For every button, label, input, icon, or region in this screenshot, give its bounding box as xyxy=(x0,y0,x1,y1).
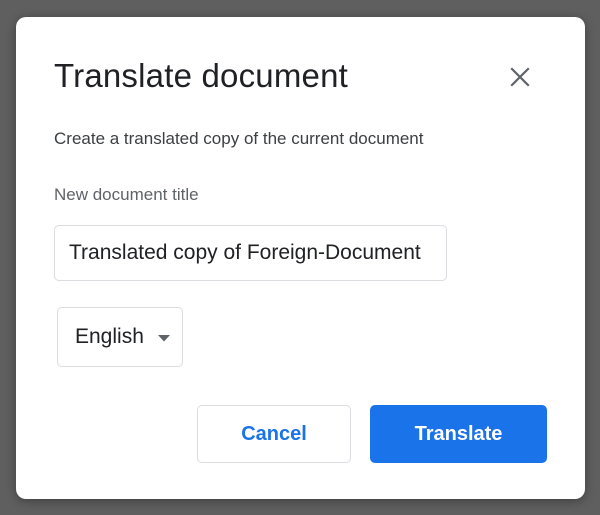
cancel-button[interactable]: Cancel xyxy=(197,405,351,463)
translate-document-dialog: Translate document Create a translated c… xyxy=(16,17,585,499)
dialog-title: Translate document xyxy=(54,57,349,94)
document-title-input[interactable] xyxy=(54,225,447,281)
close-icon xyxy=(510,67,530,87)
close-button[interactable] xyxy=(502,59,538,95)
language-dropdown[interactable]: English xyxy=(57,307,183,367)
document-title-label: New document title xyxy=(54,185,199,204)
caret-down-icon xyxy=(158,335,170,342)
language-selected-value: English xyxy=(75,325,144,348)
translate-button[interactable]: Translate xyxy=(370,405,547,463)
dialog-description: Create a translated copy of the current … xyxy=(54,129,424,148)
